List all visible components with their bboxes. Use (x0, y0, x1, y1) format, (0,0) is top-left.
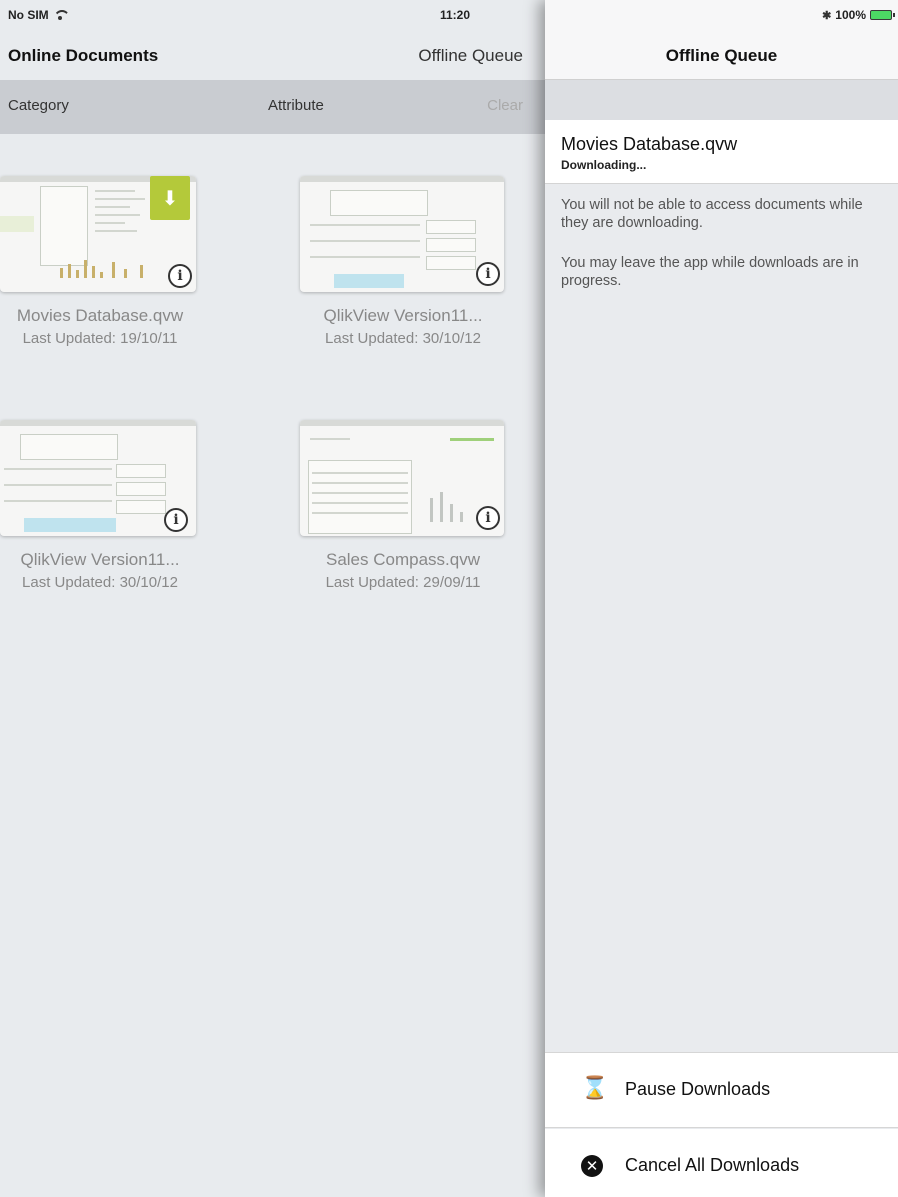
document-name: Movies Database.qvw (16, 306, 184, 325)
hourglass-icon: ⌛ (581, 1076, 609, 1101)
attribute-filter[interactable]: Attribute (268, 97, 324, 114)
panel-header: ✱ 100% Offline Queue (545, 0, 898, 80)
category-filter[interactable]: Category (8, 97, 69, 114)
status-carrier: No SIM (8, 8, 66, 22)
filter-bar: Category Attribute Clear (0, 80, 545, 134)
info-icon[interactable]: i (164, 508, 188, 532)
queue-item-status: Downloading... (561, 158, 647, 172)
download-badge-icon (150, 176, 190, 220)
document-date: Last Updated: 29/09/11 (325, 574, 481, 591)
carrier-label: No SIM (8, 8, 49, 22)
document-tile[interactable]: i QlikView Version11... Last Updated: 30… (0, 420, 215, 600)
document-thumbnail[interactable]: i (0, 176, 196, 292)
bluetooth-icon: ✱ (822, 9, 832, 22)
online-documents-view: No SIM 11:20 Online Documents Offline Qu… (0, 0, 560, 1197)
cancel-all-downloads-button[interactable]: ✕ Cancel All Downloads (545, 1129, 898, 1197)
page-title: Online Documents (8, 46, 159, 65)
info-icon[interactable]: i (168, 264, 192, 288)
document-thumbnail[interactable]: i (0, 420, 196, 536)
cancel-circle-icon: ✕ (581, 1155, 603, 1177)
document-thumbnail[interactable]: i (300, 176, 504, 292)
document-date: Last Updated: 30/10/12 (22, 574, 178, 591)
document-name: QlikView Version11... (20, 550, 180, 569)
main-navbar: Online Documents Offline Queue (0, 34, 545, 78)
document-thumbnail[interactable]: i (300, 420, 504, 536)
queue-item-name: Movies Database.qvw (561, 134, 738, 154)
clear-filter-button[interactable]: Clear (487, 97, 523, 114)
status-right: ✱ 100% (822, 8, 895, 22)
queue-item[interactable]: Movies Database.qvw Downloading... (545, 120, 898, 184)
info-icon[interactable]: i (476, 262, 500, 286)
download-note: You will not be able to access documents… (561, 197, 863, 231)
document-tile[interactable]: i QlikView Version11... Last Updated: 30… (288, 176, 518, 356)
cancel-all-downloads-label: Cancel All Downloads (625, 1155, 800, 1175)
download-note: You may leave the app while downloads ar… (561, 255, 859, 289)
document-date: Last Updated: 30/10/12 (325, 330, 481, 347)
pause-downloads-label: Pause Downloads (625, 1079, 771, 1099)
document-name: QlikView Version11... (323, 306, 483, 325)
wifi-icon (54, 10, 66, 20)
pause-downloads-button[interactable]: ⌛ Pause Downloads (545, 1052, 898, 1128)
document-tile[interactable]: i Movies Database.qvw Last Updated: 19/1… (0, 176, 215, 356)
offline-queue-button[interactable]: Offline Queue (418, 46, 523, 66)
panel-title: Offline Queue (665, 46, 778, 65)
status-time: 11:20 (440, 8, 471, 22)
document-tile[interactable]: i Sales Compass.qvw Last Updated: 29/09/… (288, 420, 518, 600)
document-name: Sales Compass.qvw (325, 550, 480, 569)
panel-section-spacer (545, 80, 898, 120)
battery-percent: 100% (835, 8, 866, 22)
battery-icon (870, 10, 895, 20)
document-date: Last Updated: 19/10/11 (22, 330, 178, 347)
offline-queue-panel: ✱ 100% Offline Queue Movies Database.qvw… (545, 0, 898, 1197)
info-icon[interactable]: i (476, 506, 500, 530)
